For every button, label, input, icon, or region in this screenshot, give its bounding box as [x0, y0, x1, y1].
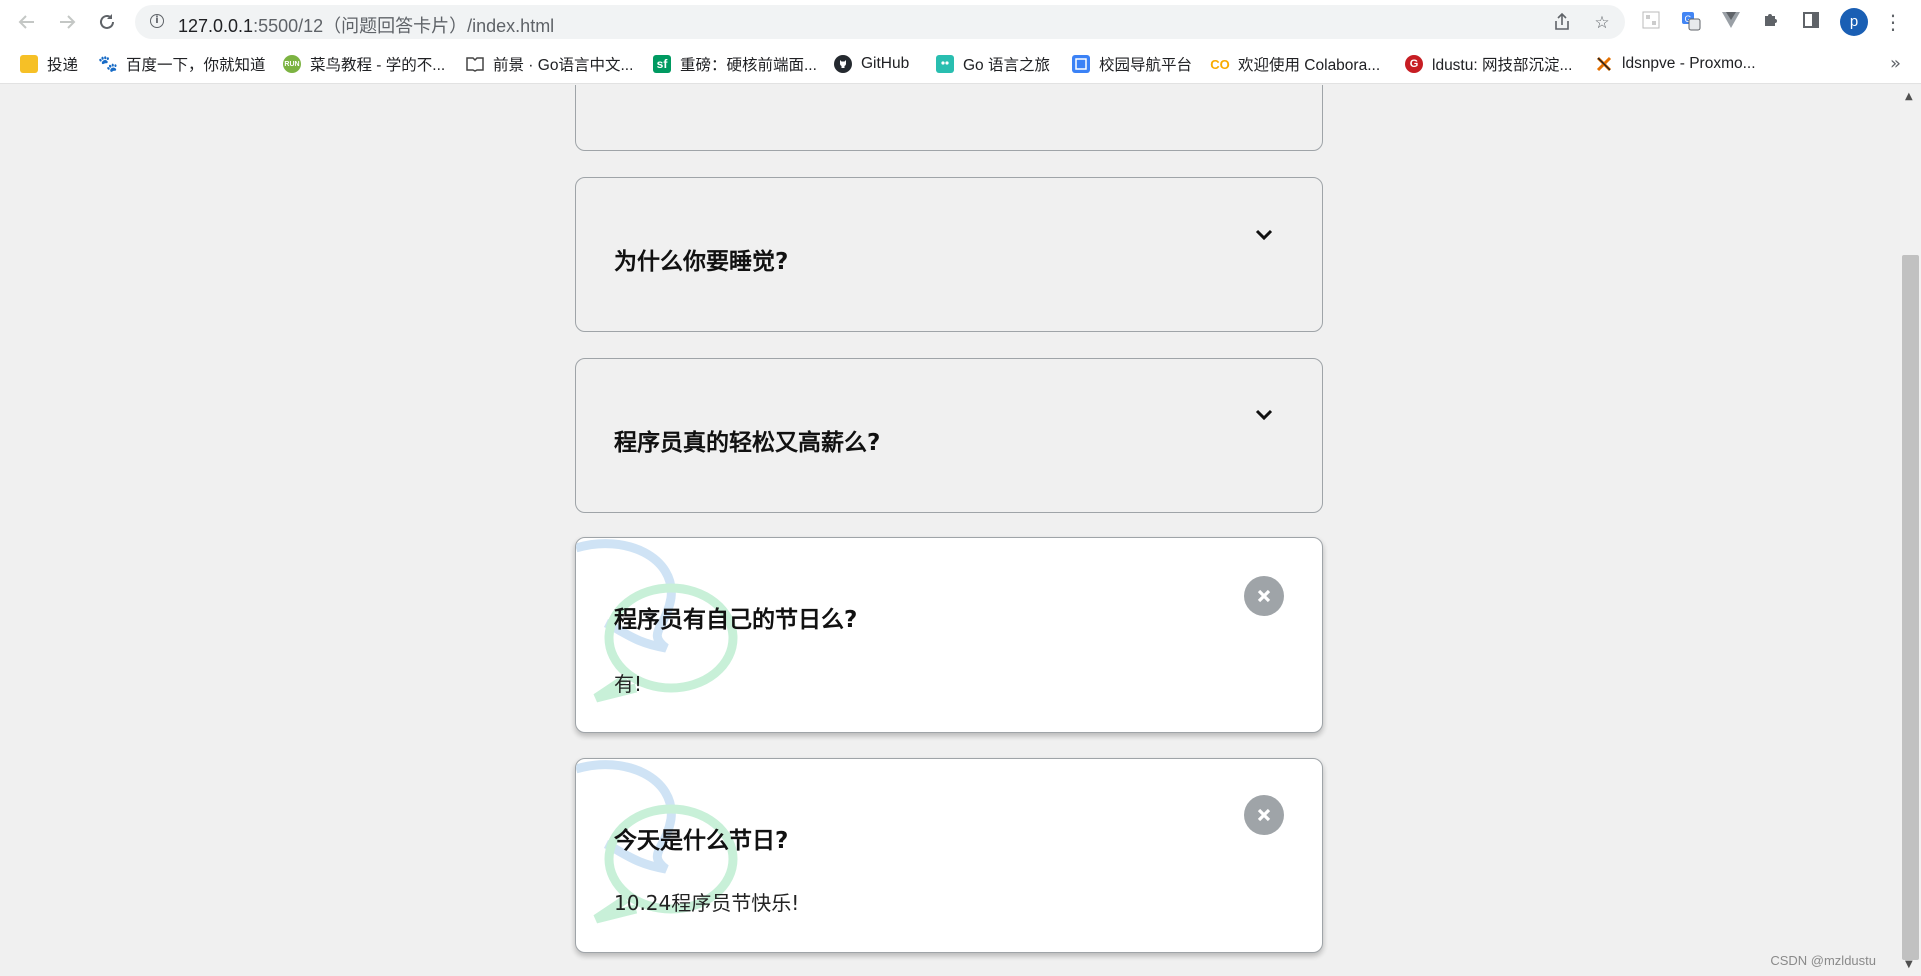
arrow-left-icon: [18, 15, 34, 29]
faq-card: 程序员真的轻松又高薪么?: [575, 358, 1323, 513]
segmentfault-icon: sf: [653, 55, 671, 73]
extensions-puzzle-icon[interactable]: [1760, 11, 1782, 33]
scrollbar-thumb[interactable]: [1902, 255, 1919, 960]
bookmark-item[interactable]: RUN 菜鸟教程 - 学的不...: [283, 53, 445, 75]
bookmark-label: 重磅：硬核前端面...: [680, 57, 817, 74]
faq-card-active: 程序员有自己的节日么? 有!: [575, 537, 1323, 733]
bookmark-label: 校园导航平台: [1099, 57, 1193, 74]
scroll-up-arrow-icon[interactable]: ▲: [1905, 91, 1913, 102]
bookmark-item[interactable]: G ldustu: 网技部沉淀...: [1405, 53, 1572, 75]
baidu-icon: 🐾: [98, 55, 118, 73]
site-info-icon[interactable]: i: [150, 14, 164, 28]
reload-icon: [100, 14, 114, 29]
gopher-icon: [936, 55, 954, 73]
kebab-menu-icon[interactable]: ⋮: [1882, 11, 1904, 33]
bookmark-label: 前景 · Go语言中文...: [493, 57, 634, 74]
bookmark-label: 投递: [47, 57, 79, 74]
bookmark-item[interactable]: Go 语言之旅: [936, 53, 1050, 75]
bookmarks-bar: 投递 🐾 百度一下，你就知道 RUN 菜鸟教程 - 学的不... 前景 · Go…: [0, 44, 1921, 84]
bookmark-item[interactable]: 前景 · Go语言中文...: [466, 53, 633, 75]
scroll-down-arrow-icon[interactable]: ▼: [1905, 959, 1913, 970]
chevron-down-icon: [1255, 409, 1273, 421]
url-path: :5500/12（问题回答卡片）/index.html: [253, 16, 555, 36]
extension-qr-icon[interactable]: [1640, 11, 1662, 33]
bookmark-label: ldustu: 网技部沉淀...: [1432, 57, 1573, 74]
reload-button[interactable]: [93, 8, 121, 36]
page-scrollbar[interactable]: ▲ ▼: [1900, 85, 1921, 976]
faq-question: 今天是什么节日?: [614, 828, 789, 854]
github-icon: [834, 55, 852, 73]
faq-card-active: 今天是什么节日? 10.24程序员节快乐!: [575, 758, 1323, 953]
faq-answer: 10.24程序员节快乐!: [614, 891, 800, 915]
address-bar[interactable]: i 127.0.0.1:5500/12（问题回答卡片）/index.html ☆: [135, 5, 1625, 39]
faq-question: 程序员真的轻松又高薪么?: [614, 430, 881, 456]
faq-card: [575, 85, 1323, 151]
faq-close-button[interactable]: [1244, 795, 1284, 835]
close-icon: [1257, 589, 1271, 603]
url-host: 127.0.0.1: [178, 16, 254, 36]
bookmark-label: 欢迎使用 Colabora...: [1238, 57, 1381, 74]
faq-toggle-button[interactable]: [1244, 395, 1284, 435]
browser-toolbar: i 127.0.0.1:5500/12（问题回答卡片）/index.html ☆…: [0, 0, 1921, 44]
page-viewport: 为什么你要睡觉? 程序员真的轻松又高薪么? 程序员有自己的节日么? 有! 今天是…: [0, 85, 1900, 976]
campus-icon: [1072, 55, 1090, 73]
gitee-icon: G: [1405, 55, 1423, 73]
close-icon: [1257, 808, 1271, 822]
bookmark-item[interactable]: GitHub: [834, 53, 909, 75]
translate-icon[interactable]: G: [1680, 11, 1702, 33]
bookmark-item[interactable]: CO 欢迎使用 Colabora...: [1210, 53, 1381, 75]
chevron-down-icon: [1255, 229, 1273, 241]
profile-avatar[interactable]: p: [1840, 8, 1868, 36]
bookmark-item[interactable]: ldsnpve - Proxmo...: [1595, 53, 1756, 75]
arrow-right-icon: [60, 15, 76, 29]
bookmark-label: ldsnpve - Proxmo...: [1622, 55, 1756, 72]
faq-close-button[interactable]: [1244, 576, 1284, 616]
bookmark-item[interactable]: 校园导航平台: [1072, 53, 1192, 75]
vue-devtools-icon[interactable]: [1720, 11, 1742, 33]
faq-card: 为什么你要睡觉?: [575, 177, 1323, 332]
bookmark-label: 百度一下，你就知道: [126, 57, 266, 74]
faq-question: 程序员有自己的节日么?: [614, 607, 858, 633]
bookmark-item[interactable]: sf 重磅：硬核前端面...: [653, 53, 817, 75]
bookmark-label: 菜鸟教程 - 学的不...: [310, 57, 446, 74]
runoob-icon: RUN: [283, 55, 301, 73]
forward-button[interactable]: [53, 8, 81, 36]
colab-icon: CO: [1210, 55, 1230, 73]
proxmox-icon: [1595, 55, 1613, 73]
bookmark-item[interactable]: 🐾 百度一下，你就知道: [98, 53, 266, 75]
bookmark-label: Go 语言之旅: [963, 57, 1050, 74]
book-icon: [466, 55, 484, 73]
bookmarks-overflow-chevron-icon[interactable]: »: [1890, 53, 1901, 74]
bookmark-star-icon[interactable]: ☆: [1591, 12, 1613, 34]
url-text[interactable]: 127.0.0.1:5500/12（问题回答卡片）/index.html: [178, 12, 554, 38]
faq-answer: 有!: [614, 672, 643, 696]
bookmark-label: GitHub: [861, 55, 910, 72]
bookmark-item[interactable]: 投递: [20, 53, 78, 75]
faq-question: 为什么你要睡觉?: [614, 249, 789, 275]
back-button[interactable]: [13, 8, 41, 36]
share-icon[interactable]: [1551, 12, 1573, 34]
csdn-watermark: CSDN @mzldustu: [1770, 953, 1876, 968]
side-panel-icon[interactable]: [1800, 11, 1822, 33]
folder-icon: [20, 55, 38, 73]
faq-toggle-button[interactable]: [1244, 215, 1284, 255]
